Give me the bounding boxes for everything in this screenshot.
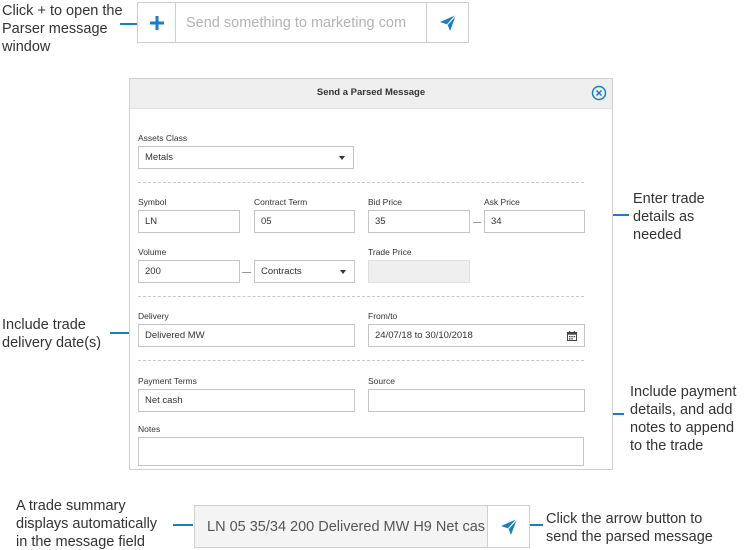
chevron-down-icon xyxy=(340,270,346,274)
volume-label: Volume xyxy=(138,247,167,257)
bid-ask-separator xyxy=(473,222,481,223)
trade-price-input xyxy=(368,260,470,283)
open-parser-button[interactable] xyxy=(138,3,176,42)
assets-class-label: Assets Class xyxy=(138,133,188,143)
section-divider xyxy=(138,296,584,297)
from-to-value: 24/07/18 to 30/10/2018 xyxy=(375,330,473,341)
notes-textarea[interactable] xyxy=(138,437,584,466)
volume-unit-separator xyxy=(242,272,251,273)
callout-enter-trade: Enter trade details as needed xyxy=(633,191,705,243)
symbol-label: Symbol xyxy=(138,197,167,207)
from-to-input[interactable]: 24/07/18 to 30/10/2018 xyxy=(368,324,585,347)
ask-price-label: Ask Price xyxy=(484,197,520,207)
bracket-enter-trade-connector xyxy=(611,214,629,216)
paper-plane-icon xyxy=(439,14,456,31)
trade-price-label: Trade Price xyxy=(368,247,412,257)
callout-payment: Include payment details, and add notes t… xyxy=(630,384,737,454)
callout-summary: A trade summary displays automatically i… xyxy=(16,498,158,550)
section-divider xyxy=(138,182,584,183)
send-parsed-message-button[interactable] xyxy=(487,506,529,547)
callout-delivery: Include trade delivery date(s) xyxy=(2,317,102,351)
volume-unit-value: Contracts xyxy=(261,266,302,277)
assets-class-value: Metals xyxy=(145,152,173,163)
source-label: Source xyxy=(368,376,395,386)
chevron-down-icon xyxy=(339,156,345,160)
top-compose-bar xyxy=(137,2,469,43)
paper-plane-icon xyxy=(500,518,517,535)
source-input[interactable] xyxy=(368,389,585,412)
bid-price-input[interactable]: 35 xyxy=(368,210,470,233)
message-summary-field[interactable]: LN 05 35/34 200 Delivered MW H9 Net cas xyxy=(195,506,487,547)
callout-line-arrow xyxy=(529,524,543,526)
callout-line-summary xyxy=(173,524,193,526)
from-to-label: From/to xyxy=(368,311,398,321)
dialog-header: Send a Parsed Message xyxy=(130,79,612,109)
payment-terms-input[interactable]: Net cash xyxy=(138,389,355,412)
delivery-label: Delivery xyxy=(138,311,169,321)
bottom-compose-bar: LN 05 35/34 200 Delivered MW H9 Net cas xyxy=(194,505,530,548)
assets-class-select[interactable]: Metals xyxy=(138,146,354,169)
callout-open-parser: Click + to open the Parser message windo… xyxy=(2,3,123,55)
section-divider xyxy=(138,360,584,361)
calendar-icon[interactable] xyxy=(567,331,577,341)
volume-unit-select[interactable]: Contracts xyxy=(254,260,355,283)
notes-label: Notes xyxy=(138,424,161,434)
message-summary-text: LN 05 35/34 200 Delivered MW H9 Net cas xyxy=(207,518,486,535)
bid-price-label: Bid Price xyxy=(368,197,403,207)
contract-term-input[interactable]: 05 xyxy=(254,210,355,233)
delivery-input[interactable]: Delivered MW xyxy=(138,324,355,347)
close-circle-icon xyxy=(591,85,607,101)
send-button-top[interactable] xyxy=(426,3,468,42)
close-button[interactable] xyxy=(591,85,607,101)
callout-line-open-parser xyxy=(120,23,137,25)
plus-icon xyxy=(149,15,164,30)
contract-term-label: Contract Term xyxy=(254,197,308,207)
parsed-message-dialog: Send a Parsed Message Assets Class Metal… xyxy=(129,78,613,470)
message-input[interactable] xyxy=(176,3,426,42)
callout-arrow: Click the arrow button to send the parse… xyxy=(546,511,713,545)
volume-input[interactable]: 200 xyxy=(138,260,240,283)
symbol-input[interactable]: LN xyxy=(138,210,240,233)
payment-terms-label: Payment Terms xyxy=(138,376,197,386)
dialog-title: Send a Parsed Message xyxy=(316,87,426,98)
ask-price-input[interactable]: 34 xyxy=(484,210,585,233)
